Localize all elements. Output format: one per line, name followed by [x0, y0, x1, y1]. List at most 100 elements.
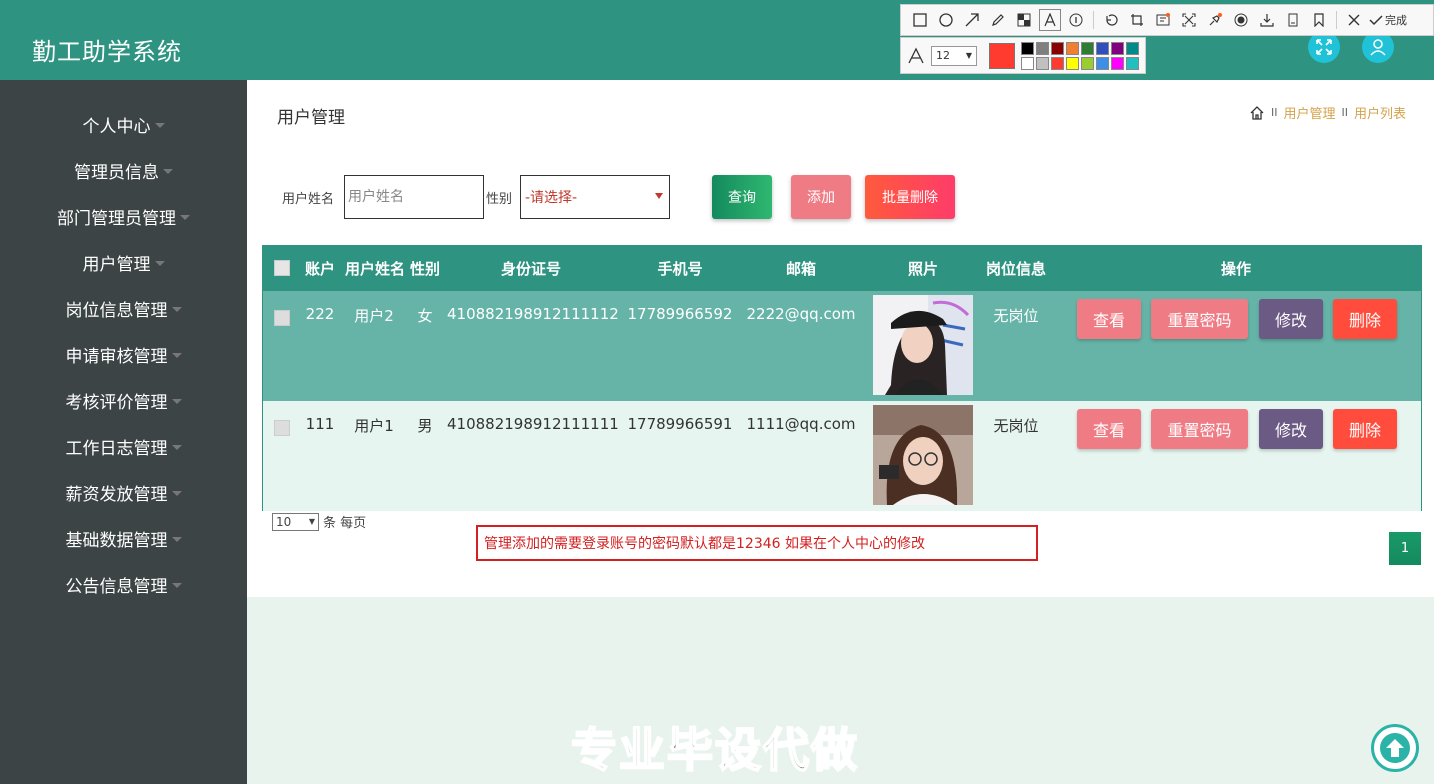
annotation-text-box[interactable]: 管理添加的需要登录账号的密码默认都是12346 如果在个人中心的修改	[476, 525, 1038, 561]
sidebar-item[interactable]: 基础数据管理	[0, 515, 247, 561]
sidebar-item-label: 岗位信息管理	[65, 300, 168, 321]
page-button[interactable]: 1	[1389, 532, 1421, 565]
rectangle-tool[interactable]	[909, 9, 931, 31]
arrow-up-icon	[1380, 733, 1410, 763]
caret-down-icon	[171, 352, 182, 358]
page-size-select[interactable]: 10 ▼	[272, 512, 319, 531]
name-search-input[interactable]	[344, 175, 484, 219]
column-header[interactable]: 手机号	[627, 246, 733, 291]
color-swatch[interactable]	[1066, 56, 1079, 70]
color-swatch[interactable]	[1111, 41, 1124, 55]
gender-select[interactable]: -请选择-	[520, 175, 670, 219]
color-swatch[interactable]	[1021, 56, 1034, 70]
gender-cell: 男	[417, 417, 433, 435]
color-swatch[interactable]	[1021, 41, 1034, 55]
download-icon	[1260, 14, 1274, 27]
undo-tool[interactable]	[1100, 9, 1122, 31]
color-swatch[interactable]	[1066, 41, 1079, 55]
delete-button[interactable]: 删除	[1333, 409, 1397, 449]
user-table: 账户 用户姓名 性别 身份证号 手机号 邮箱 照片 岗位信息 操作 222 用户…	[262, 245, 1422, 511]
scan-tool[interactable]	[1178, 9, 1200, 31]
color-swatch[interactable]	[1051, 41, 1064, 55]
ellipse-tool[interactable]	[935, 9, 957, 31]
current-color-swatch[interactable]	[989, 42, 1015, 69]
name-search-label: 用户姓名	[282, 192, 335, 207]
font-size-select[interactable]: 12 ▼	[931, 45, 977, 66]
sidebar-item[interactable]: 薪资发放管理	[0, 469, 247, 515]
color-swatch[interactable]	[1126, 56, 1139, 70]
long-screenshot-tool[interactable]	[1282, 9, 1304, 31]
crop-tool[interactable]	[1126, 9, 1148, 31]
download-tool[interactable]	[1256, 9, 1278, 31]
edit-button[interactable]: 修改	[1259, 409, 1323, 449]
sidebar-item[interactable]: 工作日志管理	[0, 423, 247, 469]
sidebar-item-label: 申请审核管理	[65, 346, 168, 367]
sidebar-item[interactable]: 公告信息管理	[0, 561, 247, 607]
sidebar-item-label: 基础数据管理	[65, 530, 168, 551]
row-checkbox[interactable]	[274, 420, 290, 436]
add-button[interactable]: 添加	[791, 175, 851, 219]
color-swatch[interactable]	[1036, 56, 1049, 70]
batch-delete-button[interactable]: 批量删除	[865, 175, 955, 219]
app-title: 勤工助学系统	[32, 38, 182, 66]
column-header[interactable]: 岗位信息	[979, 246, 1053, 291]
ocr-tool[interactable]	[1152, 9, 1174, 31]
color-swatch[interactable]	[1096, 41, 1109, 55]
user-photo[interactable]	[873, 295, 973, 395]
reset-password-button[interactable]: 重置密码	[1151, 299, 1248, 339]
column-header[interactable]: 身份证号	[451, 246, 611, 291]
column-header[interactable]: 邮箱	[745, 246, 857, 291]
done-button[interactable]: 完成	[1369, 12, 1407, 28]
pen-tool[interactable]	[987, 9, 1009, 31]
color-swatch[interactable]	[1036, 41, 1049, 55]
delete-button[interactable]: 删除	[1333, 299, 1397, 339]
view-button[interactable]: 查看	[1077, 299, 1141, 339]
sidebar: 个人中心 管理员信息 部门管理员管理 用户管理岗位信息管理 申请审核管理考核评价管理 工作…	[0, 80, 247, 784]
column-header[interactable]: 账户	[301, 246, 339, 291]
account-cell: 111	[305, 415, 335, 433]
sidebar-item[interactable]: 管理员信息	[0, 147, 247, 193]
close-tool[interactable]	[1343, 9, 1365, 31]
gender-label: 性别	[486, 192, 513, 207]
color-swatch[interactable]	[1126, 41, 1139, 55]
sidebar-item[interactable]: 申请审核管理	[0, 331, 247, 377]
number-tool[interactable]	[1065, 9, 1087, 31]
sidebar-item[interactable]: 个人中心	[0, 101, 247, 147]
pin-tool[interactable]	[1204, 9, 1226, 31]
view-button[interactable]: 查看	[1077, 409, 1141, 449]
caret-down-icon	[154, 260, 165, 266]
color-swatch[interactable]	[1096, 56, 1109, 70]
sidebar-item[interactable]: 部门管理员管理	[0, 193, 247, 239]
column-header: 操作	[1220, 260, 1251, 278]
crop-icon	[1131, 14, 1143, 26]
breadcrumb-item[interactable]: 用户管理	[1283, 103, 1335, 122]
gender-select-value: -请选择-	[525, 190, 578, 206]
account-cell: 222	[305, 305, 335, 323]
row-checkbox[interactable]	[274, 310, 290, 326]
record-icon	[1234, 13, 1248, 27]
sidebar-item[interactable]: 岗位信息管理	[0, 285, 247, 331]
color-swatch[interactable]	[1111, 56, 1124, 70]
mosaic-tool[interactable]	[1013, 9, 1035, 31]
back-to-top-button[interactable]	[1371, 724, 1419, 772]
column-header[interactable]: 性别	[407, 246, 443, 291]
home-icon[interactable]	[1249, 105, 1265, 121]
reset-password-button[interactable]: 重置密码	[1151, 409, 1248, 449]
color-swatch[interactable]	[1081, 56, 1094, 70]
color-swatch[interactable]	[1051, 56, 1064, 70]
ocr-icon	[1156, 13, 1170, 26]
breadcrumb-item[interactable]: 用户列表	[1354, 103, 1406, 122]
text-tool[interactable]	[1039, 9, 1061, 31]
bookmark-tool[interactable]	[1308, 9, 1330, 31]
sidebar-item[interactable]: 用户管理	[0, 239, 247, 285]
page-title: 用户管理	[277, 108, 345, 128]
sidebar-item[interactable]: 考核评价管理	[0, 377, 247, 423]
arrow-tool[interactable]	[961, 9, 983, 31]
column-header[interactable]: 用户姓名	[341, 246, 409, 291]
user-photo[interactable]	[873, 405, 973, 505]
record-tool[interactable]	[1230, 9, 1252, 31]
select-all-checkbox[interactable]	[274, 260, 290, 276]
query-button[interactable]: 查询	[712, 175, 772, 219]
edit-button[interactable]: 修改	[1259, 299, 1323, 339]
color-swatch[interactable]	[1081, 41, 1094, 55]
